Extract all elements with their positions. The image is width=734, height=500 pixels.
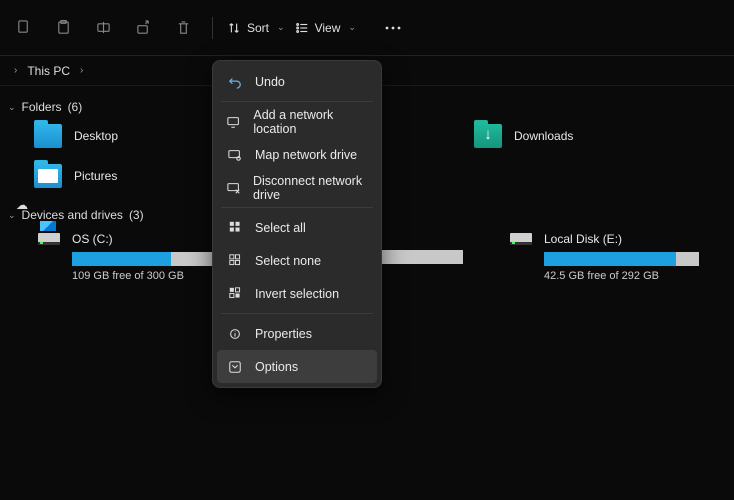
- folder-pictures[interactable]: Pictures: [34, 164, 234, 188]
- drive-local-e[interactable]: Local Disk (E:) 42.5 GB free of 292 GB: [510, 232, 710, 282]
- properties-icon: [227, 327, 243, 341]
- view-button[interactable]: View ⌄: [291, 12, 360, 44]
- folder-desktop[interactable]: Desktop: [34, 124, 234, 148]
- folders-title: Folders: [22, 100, 62, 114]
- menu-label: Map network drive: [255, 148, 357, 162]
- menu-label: Options: [255, 360, 298, 374]
- menu-map-network-drive[interactable]: Map network drive: [217, 138, 377, 171]
- context-menu: Undo Add a network location Map network …: [212, 60, 382, 388]
- undo-icon: [227, 75, 243, 89]
- menu-separator: [221, 101, 373, 102]
- menu-label: Add a network location: [253, 108, 367, 136]
- chevron-down-icon: ⌄: [277, 22, 285, 33]
- menu-separator: [221, 207, 373, 208]
- ellipsis-icon: [385, 26, 401, 30]
- copy-icon[interactable]: [4, 9, 42, 47]
- menu-label: Properties: [255, 327, 312, 341]
- drive-subtext: 42.5 GB free of 292 GB: [544, 270, 710, 282]
- breadcrumb-root[interactable]: This PC: [27, 64, 70, 78]
- drives-count: (3): [129, 208, 144, 222]
- menu-invert-selection[interactable]: Invert selection: [217, 277, 377, 310]
- menu-label: Select none: [255, 254, 321, 268]
- chevron-down-icon: ⌄: [348, 22, 356, 33]
- cloud-sync-icon: ☁: [16, 198, 28, 212]
- chevron-down-icon: ⌄: [8, 102, 16, 113]
- menu-label: Disconnect network drive: [253, 174, 367, 202]
- chevron-right-icon: ›: [80, 65, 83, 76]
- delete-icon[interactable]: [164, 9, 202, 47]
- folders-count: (6): [68, 100, 83, 114]
- folder-label: Desktop: [74, 129, 118, 143]
- menu-label: Invert selection: [255, 287, 339, 301]
- menu-label: Select all: [255, 221, 306, 235]
- view-label: View: [315, 21, 341, 35]
- folder-label: Pictures: [74, 169, 117, 183]
- drive-label: OS (C:): [72, 232, 113, 246]
- menu-disconnect-network-drive[interactable]: Disconnect network drive: [217, 171, 377, 204]
- paste-icon[interactable]: [44, 9, 82, 47]
- disconnect-drive-icon: [227, 181, 241, 195]
- drive-icon: [510, 233, 532, 245]
- menu-label: Undo: [255, 75, 285, 89]
- more-button[interactable]: [374, 9, 412, 47]
- capacity-bar: [544, 252, 699, 266]
- sort-button[interactable]: Sort ⌄: [223, 12, 289, 44]
- sort-label: Sort: [247, 21, 269, 35]
- pictures-folder-icon: [34, 164, 62, 188]
- select-all-icon: [227, 221, 243, 234]
- menu-properties[interactable]: Properties: [217, 317, 377, 350]
- menu-options[interactable]: Options: [217, 350, 377, 383]
- capacity-bar: [72, 252, 227, 266]
- drives-title: Devices and drives: [22, 208, 123, 222]
- invert-selection-icon: [227, 287, 243, 300]
- menu-separator: [221, 313, 373, 314]
- menu-add-network-location[interactable]: Add a network location: [217, 105, 377, 138]
- menu-select-none[interactable]: Select none: [217, 244, 377, 277]
- chevron-down-icon: ⌄: [8, 210, 16, 221]
- view-icon: [295, 21, 309, 35]
- share-icon[interactable]: [124, 9, 162, 47]
- toolbar: Sort ⌄ View ⌄: [0, 0, 734, 56]
- select-none-icon: [227, 254, 243, 267]
- menu-select-all[interactable]: Select all: [217, 211, 377, 244]
- rename-icon[interactable]: [84, 9, 122, 47]
- drive-os-c[interactable]: OS (C:) 109 GB free of 300 GB: [38, 232, 238, 282]
- folder-icon: [34, 124, 62, 148]
- chevron-right-icon: ›: [14, 65, 17, 76]
- sort-icon: [227, 21, 241, 35]
- download-folder-icon: [474, 124, 502, 148]
- toolbar-separator: [212, 17, 213, 39]
- folder-downloads[interactable]: Downloads: [474, 124, 674, 148]
- options-icon: [227, 360, 243, 374]
- menu-undo[interactable]: Undo: [217, 65, 377, 98]
- network-drive-icon: [227, 148, 243, 162]
- folder-label: Downloads: [514, 129, 573, 143]
- os-drive-icon: [38, 233, 60, 245]
- monitor-plus-icon: [227, 115, 241, 129]
- drive-label: Local Disk (E:): [544, 232, 622, 246]
